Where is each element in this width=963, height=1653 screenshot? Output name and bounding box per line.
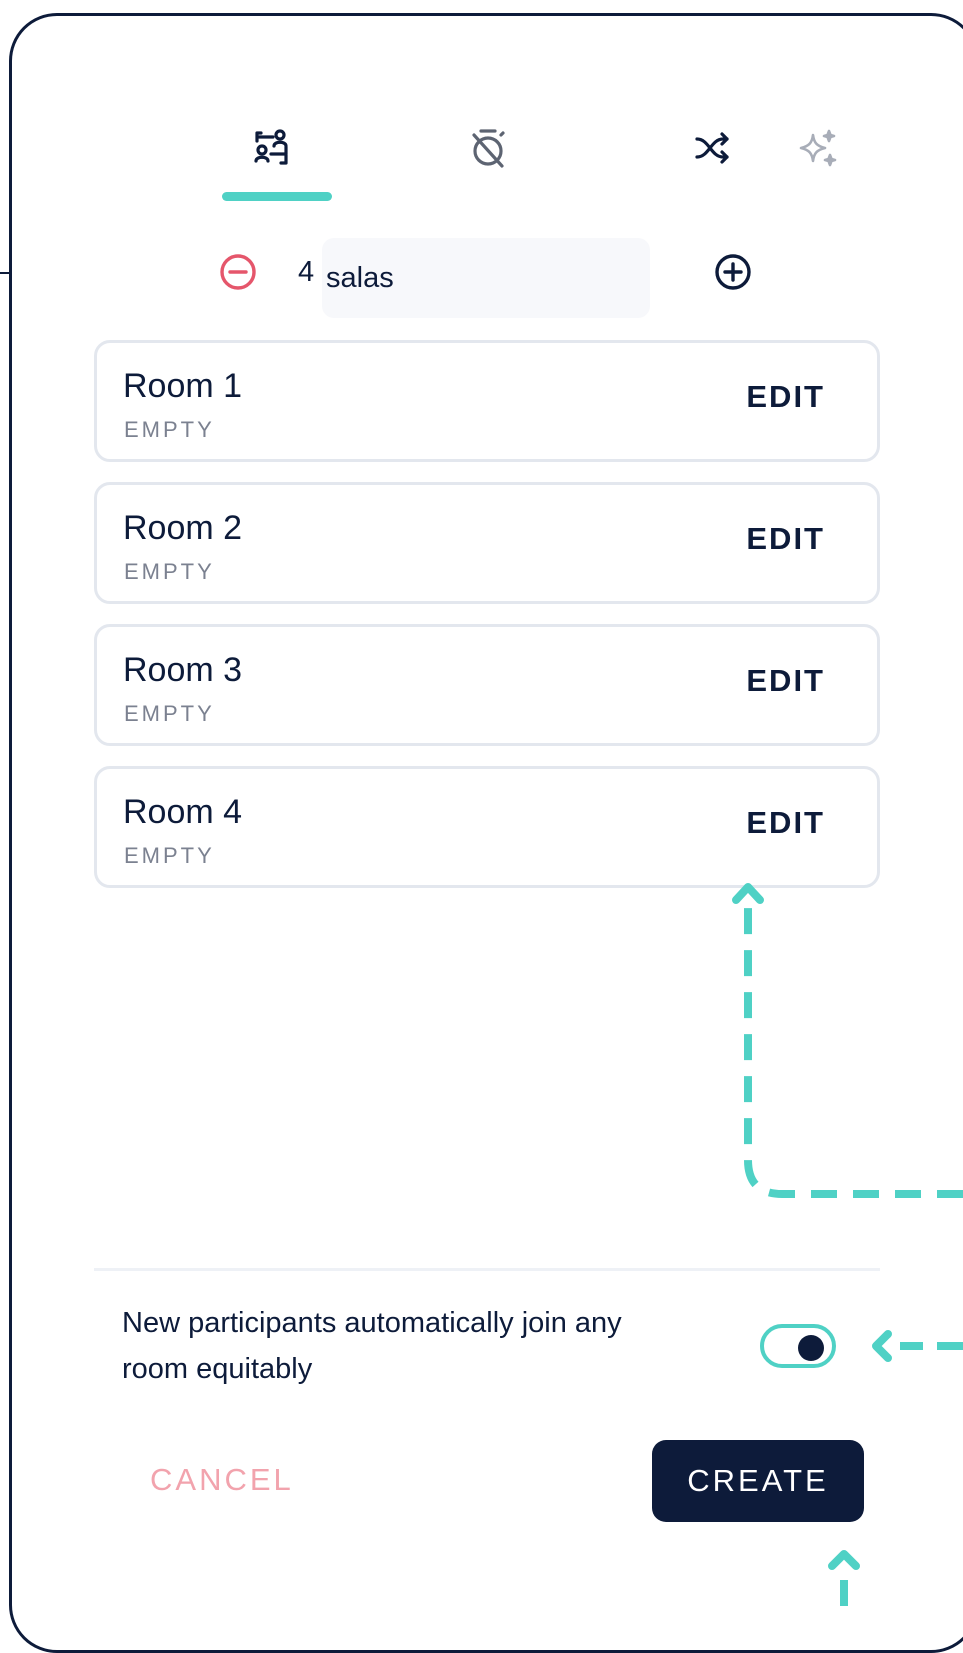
room-card: Room 2 EMPTY EDIT xyxy=(94,482,880,604)
room-name: Room 3 xyxy=(123,651,243,689)
room-card: Room 4 EMPTY EDIT xyxy=(94,766,880,888)
edit-room-button[interactable]: EDIT xyxy=(746,663,825,699)
room-name: Room 1 xyxy=(123,367,243,405)
active-tab-indicator xyxy=(222,192,332,201)
room-status: EMPTY xyxy=(124,559,215,584)
remove-room-button[interactable] xyxy=(218,252,258,292)
room-card: Room 3 EMPTY EDIT xyxy=(94,624,880,746)
breakout-rooms-icon xyxy=(254,129,288,165)
tab-breakout-rooms[interactable] xyxy=(232,108,312,188)
room-status: EMPTY xyxy=(124,843,215,868)
auto-join-toggle[interactable] xyxy=(760,1324,836,1368)
room-counter: 4 salas xyxy=(0,230,963,318)
tab-bar xyxy=(0,0,963,210)
timer-off-icon xyxy=(472,129,505,168)
tab-sparkles[interactable] xyxy=(778,108,858,188)
tab-timer[interactable] xyxy=(448,108,528,188)
room-count: 4 xyxy=(298,256,315,288)
edit-room-button[interactable]: EDIT xyxy=(746,379,825,415)
room-status: EMPTY xyxy=(124,701,215,726)
edit-room-button[interactable]: EDIT xyxy=(746,521,825,557)
room-name: Room 4 xyxy=(123,793,243,831)
room-name: Room 2 xyxy=(123,509,243,547)
room-count-input[interactable]: salas xyxy=(322,238,650,318)
sparkles-icon xyxy=(799,129,837,167)
divider xyxy=(94,1268,880,1271)
room-status: EMPTY xyxy=(124,417,215,442)
edit-room-button[interactable]: EDIT xyxy=(746,805,825,841)
create-button[interactable]: CREATE xyxy=(652,1440,864,1522)
auto-join-label: New participants automatically join any … xyxy=(122,1307,622,1385)
cancel-button[interactable]: CANCEL xyxy=(150,1462,294,1498)
room-card: Room 1 EMPTY EDIT xyxy=(94,340,880,462)
toggle-knob xyxy=(798,1335,824,1361)
shuffle-icon xyxy=(695,132,729,164)
tab-shuffle[interactable] xyxy=(672,108,752,188)
add-room-button[interactable] xyxy=(713,252,753,292)
